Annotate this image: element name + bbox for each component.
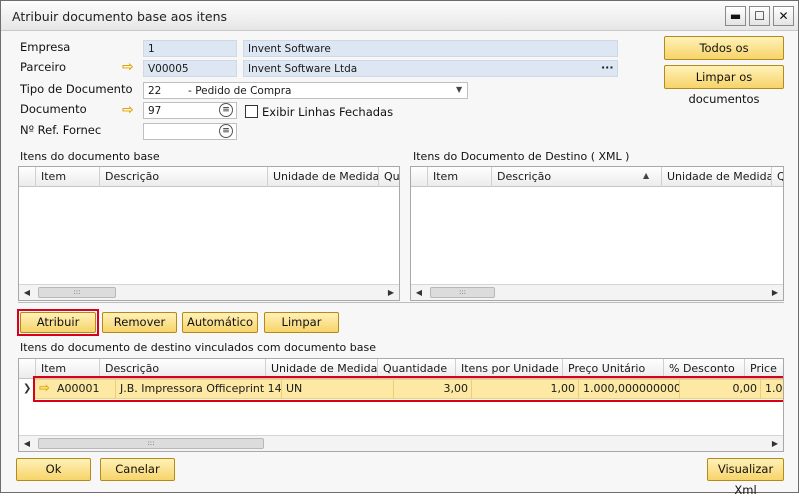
scroll-left-icon[interactable]: ◀ [19, 285, 35, 300]
ok-button[interactable]: Ok [16, 458, 91, 481]
row-selector-icon[interactable]: ❯ [23, 383, 31, 394]
column-header[interactable]: Descrição [491, 167, 661, 187]
link-arrow-icon[interactable]: ⇨ [122, 103, 134, 117]
remover-button[interactable]: Remover [102, 312, 177, 333]
row-highlight [33, 376, 783, 402]
scroll-left-icon[interactable]: ◀ [411, 285, 427, 300]
linked-items-grid[interactable]: Item Descrição Unidade de Medida Quantid… [18, 358, 784, 452]
list-choose-icon[interactable]: ≡ [219, 103, 233, 117]
scroll-left-icon[interactable]: ◀ [19, 436, 35, 451]
ref-fornec-label: Nº Ref. Fornec [20, 123, 102, 137]
atribuir-button[interactable]: Atribuir [20, 312, 96, 333]
column-header[interactable]: Unidade de Medida [267, 167, 378, 187]
automatico-button[interactable]: Automático [182, 312, 258, 333]
empresa-code-field[interactable]: 1 [143, 40, 237, 57]
maximize-button[interactable]: ☐ [749, 6, 770, 26]
grid-base-title: Itens do documento base [20, 150, 160, 163]
scroll-right-icon[interactable]: ▶ [767, 436, 783, 451]
exibir-linhas-checkbox[interactable] [245, 105, 258, 118]
scroll-right-icon[interactable]: ▶ [767, 285, 783, 300]
minimize-button[interactable]: ▬ [725, 6, 746, 26]
empresa-name-field[interactable]: Invent Software [243, 40, 618, 57]
grid-header: Item Descrição Unidade de Medida Quant [19, 167, 399, 187]
exibir-linhas-label: Exibir Linhas Fechadas [262, 105, 394, 119]
limpar-documentos-button[interactable]: Limpar os documentos [664, 65, 784, 106]
grid-header: Item Descrição ▲ Unidade de Medida Q [411, 167, 783, 187]
tipo-documento-select[interactable]: 22 - Pedido de Compra [143, 82, 468, 99]
window-title: Atribuir documento base aos itens [12, 9, 228, 24]
parceiro-code-field[interactable]: V00005 [143, 60, 237, 77]
parceiro-label: Parceiro [20, 60, 67, 74]
ellipsis-icon[interactable]: ··· [601, 61, 614, 74]
scroll-right-icon[interactable]: ▶ [383, 285, 399, 300]
column-header[interactable]: Descrição [99, 167, 267, 187]
limpar-button[interactable]: Limpar [264, 312, 339, 333]
horizontal-scrollbar[interactable]: ◀ ::: ▶ [19, 435, 783, 451]
empresa-label: Empresa [20, 40, 71, 54]
chevron-down-icon[interactable]: ▼ [456, 85, 462, 94]
link-arrow-icon[interactable]: ⇨ [122, 60, 134, 74]
destination-items-grid[interactable]: Item Descrição ▲ Unidade de Medida Q ◀ :… [410, 166, 784, 301]
vertical-splitter[interactable] [401, 166, 409, 301]
base-items-grid[interactable]: Item Descrição Unidade de Medida Quant ◀… [18, 166, 400, 301]
horizontal-scrollbar[interactable]: ◀ ::: ▶ [411, 284, 783, 300]
column-header[interactable]: Item [35, 167, 99, 187]
column-header[interactable]: Quant [378, 167, 399, 187]
column-header[interactable]: Q [771, 167, 783, 187]
column-header[interactable]: Unidade de Medida [661, 167, 771, 187]
column-header[interactable]: Item [427, 167, 491, 187]
cancelar-button[interactable]: Canelar [100, 458, 175, 481]
title-bar: Atribuir documento base aos itens ▬ ☐ ✕ [1, 1, 798, 31]
scroll-thumb[interactable]: ::: [38, 287, 116, 298]
sort-asc-icon[interactable]: ▲ [643, 171, 649, 180]
dialog-window: Atribuir documento base aos itens ▬ ☐ ✕ … [0, 0, 799, 497]
scroll-thumb[interactable]: ::: [430, 287, 495, 298]
horizontal-splitter[interactable] [18, 302, 784, 306]
close-button[interactable]: ✕ [773, 6, 794, 26]
documento-label: Documento [20, 102, 87, 116]
parceiro-name-field[interactable]: Invent Software Ltda [243, 60, 618, 77]
grid-dest-title: Itens do Documento de Destino ( XML ) [413, 150, 630, 163]
tipo-documento-label: Tipo de Documento [20, 82, 133, 96]
todos-documentos-button[interactable]: Todos os documentos [664, 36, 784, 77]
grid-linked-title: Itens do documento de destino vinculados… [20, 341, 376, 354]
scroll-thumb[interactable]: ::: [38, 438, 264, 449]
visualizar-xml-button[interactable]: Visualizar Xml [707, 458, 784, 497]
list-choose-icon[interactable]: ≡ [219, 124, 233, 138]
horizontal-scrollbar[interactable]: ◀ ::: ▶ [19, 284, 399, 300]
